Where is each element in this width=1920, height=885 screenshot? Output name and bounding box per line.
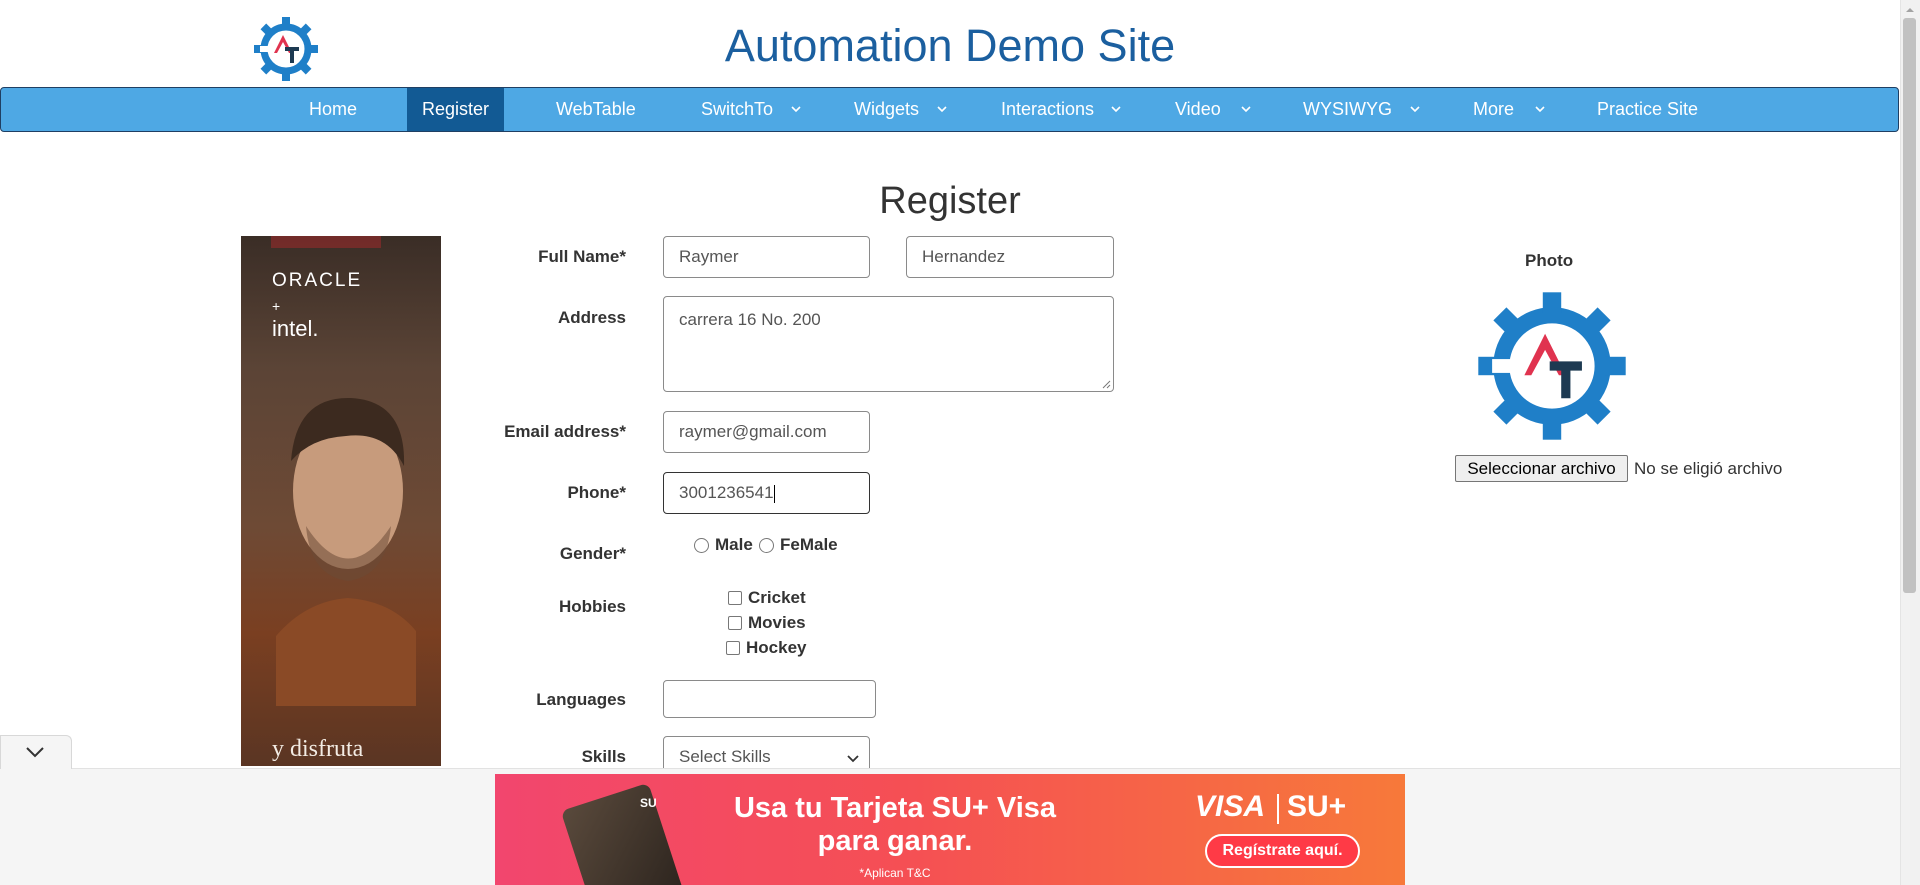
nav-widgets[interactable]: Widgets [854, 88, 919, 131]
nav-switchto[interactable]: SwitchTo [701, 88, 773, 131]
phone-label: Phone* [567, 483, 626, 502]
ad-register-button[interactable]: Regístrate aquí. [1205, 834, 1360, 868]
hobby-hockey-checkbox[interactable] [726, 641, 740, 655]
hobby-cricket-checkbox[interactable] [728, 591, 742, 605]
nav-more[interactable]: More [1473, 88, 1514, 131]
hobby-movies-checkbox[interactable] [728, 616, 742, 630]
gender-female-radio[interactable] [759, 538, 774, 553]
ad-headline: Usa tu Tarjeta SU+ Visa para ganar. [665, 792, 1125, 858]
choose-file-button[interactable]: Seleccionar archivo [1455, 455, 1628, 482]
address-textarea[interactable]: carrera 16 No. 200 [663, 296, 1114, 392]
bottom-ad-banner[interactable]: SU Usa tu Tarjeta SU+ Visa para ganar. *… [495, 774, 1405, 885]
hobby-cricket-label: Cricket [748, 588, 806, 607]
ad-su-logo: SU+ [1287, 790, 1347, 823]
gender-female-label: FeMale [780, 535, 838, 554]
languages-multiselect[interactable] [663, 680, 876, 718]
nav-video[interactable]: Video [1175, 88, 1221, 131]
nav-practice-site[interactable]: Practice Site [1597, 88, 1698, 131]
scroll-up-arrow-icon[interactable] [1904, 4, 1916, 16]
nav-home[interactable]: Home [309, 88, 357, 131]
chevron-down-icon[interactable] [1237, 100, 1255, 118]
chevron-down-icon [847, 755, 859, 763]
phone-input[interactable]: 3001236541 [663, 472, 870, 514]
email-label: Email address* [504, 422, 626, 441]
nav-register[interactable]: Register [407, 88, 504, 131]
ad-headline-line-1: Usa tu Tarjeta SU+ Visa [733, 792, 1057, 824]
chevron-down-icon[interactable] [787, 100, 805, 118]
ad-oracle-text: ORACLE [272, 270, 363, 291]
nav-wysiwyg[interactable]: WYSIWYG [1303, 88, 1392, 131]
ad-visa-logo: VISA [1195, 790, 1266, 823]
nav-interactions[interactable]: Interactions [1001, 88, 1094, 131]
gender-male-radio[interactable] [694, 538, 709, 553]
hobby-movies-label: Movies [748, 613, 806, 632]
left-ad-banner[interactable]: ORACLE + intel. y disfruta [241, 236, 441, 766]
gender-male-label: Male [715, 535, 753, 554]
skills-selected-value: Select Skills [679, 747, 771, 766]
chevron-down-icon[interactable] [933, 100, 951, 118]
ad-logo-separator [1277, 794, 1279, 824]
nav-webtable[interactable]: WebTable [556, 88, 636, 131]
email-input[interactable]: raymer@gmail.com [663, 411, 870, 453]
skills-label: Skills [581, 747, 626, 766]
hobbies-label: Hobbies [558, 597, 626, 616]
gender-label: Gender* [559, 544, 626, 563]
hobby-hockey-label: Hockey [746, 638, 807, 657]
ad-plus-text: + [272, 298, 281, 314]
last-name-input[interactable]: Hernandez [906, 236, 1114, 278]
scrollbar-thumb[interactable] [1903, 18, 1916, 593]
chevron-down-icon[interactable] [1107, 100, 1125, 118]
profile-photo-image [1478, 292, 1626, 440]
address-value: carrera 16 No. 200 [679, 310, 821, 329]
languages-label: Languages [536, 690, 626, 709]
phone-value: 3001236541 [679, 483, 774, 502]
ad-portrait-image [276, 397, 416, 706]
ad-card-brand: SU [640, 796, 657, 810]
photo-label: Photo [1525, 251, 1574, 270]
text-cursor [773, 484, 775, 503]
site-title: Automation Demo Site [724, 20, 1176, 71]
main-navbar: Home Register WebTable SwitchTo Widgets … [0, 87, 1899, 132]
ad-accent-strip [271, 236, 381, 248]
page-title: Register [879, 180, 1021, 222]
file-status-text: No se eligió archivo [1634, 459, 1783, 478]
ad-footnote: *Aplican T&C [859, 866, 931, 880]
ad-intel-text: intel. [272, 316, 319, 341]
ad-tagline: y disfruta [272, 736, 364, 762]
address-label: Address [557, 308, 626, 327]
chevron-down-icon[interactable] [1531, 100, 1549, 118]
full-name-label: Full Name* [538, 247, 626, 266]
ad-headline-line-2: para ganar. [817, 825, 973, 857]
resize-grip-icon[interactable] [1101, 379, 1111, 389]
chevron-down-icon[interactable] [1406, 100, 1424, 118]
chevron-down-icon[interactable] [24, 745, 46, 759]
first-name-input[interactable]: Raymer [663, 236, 870, 278]
